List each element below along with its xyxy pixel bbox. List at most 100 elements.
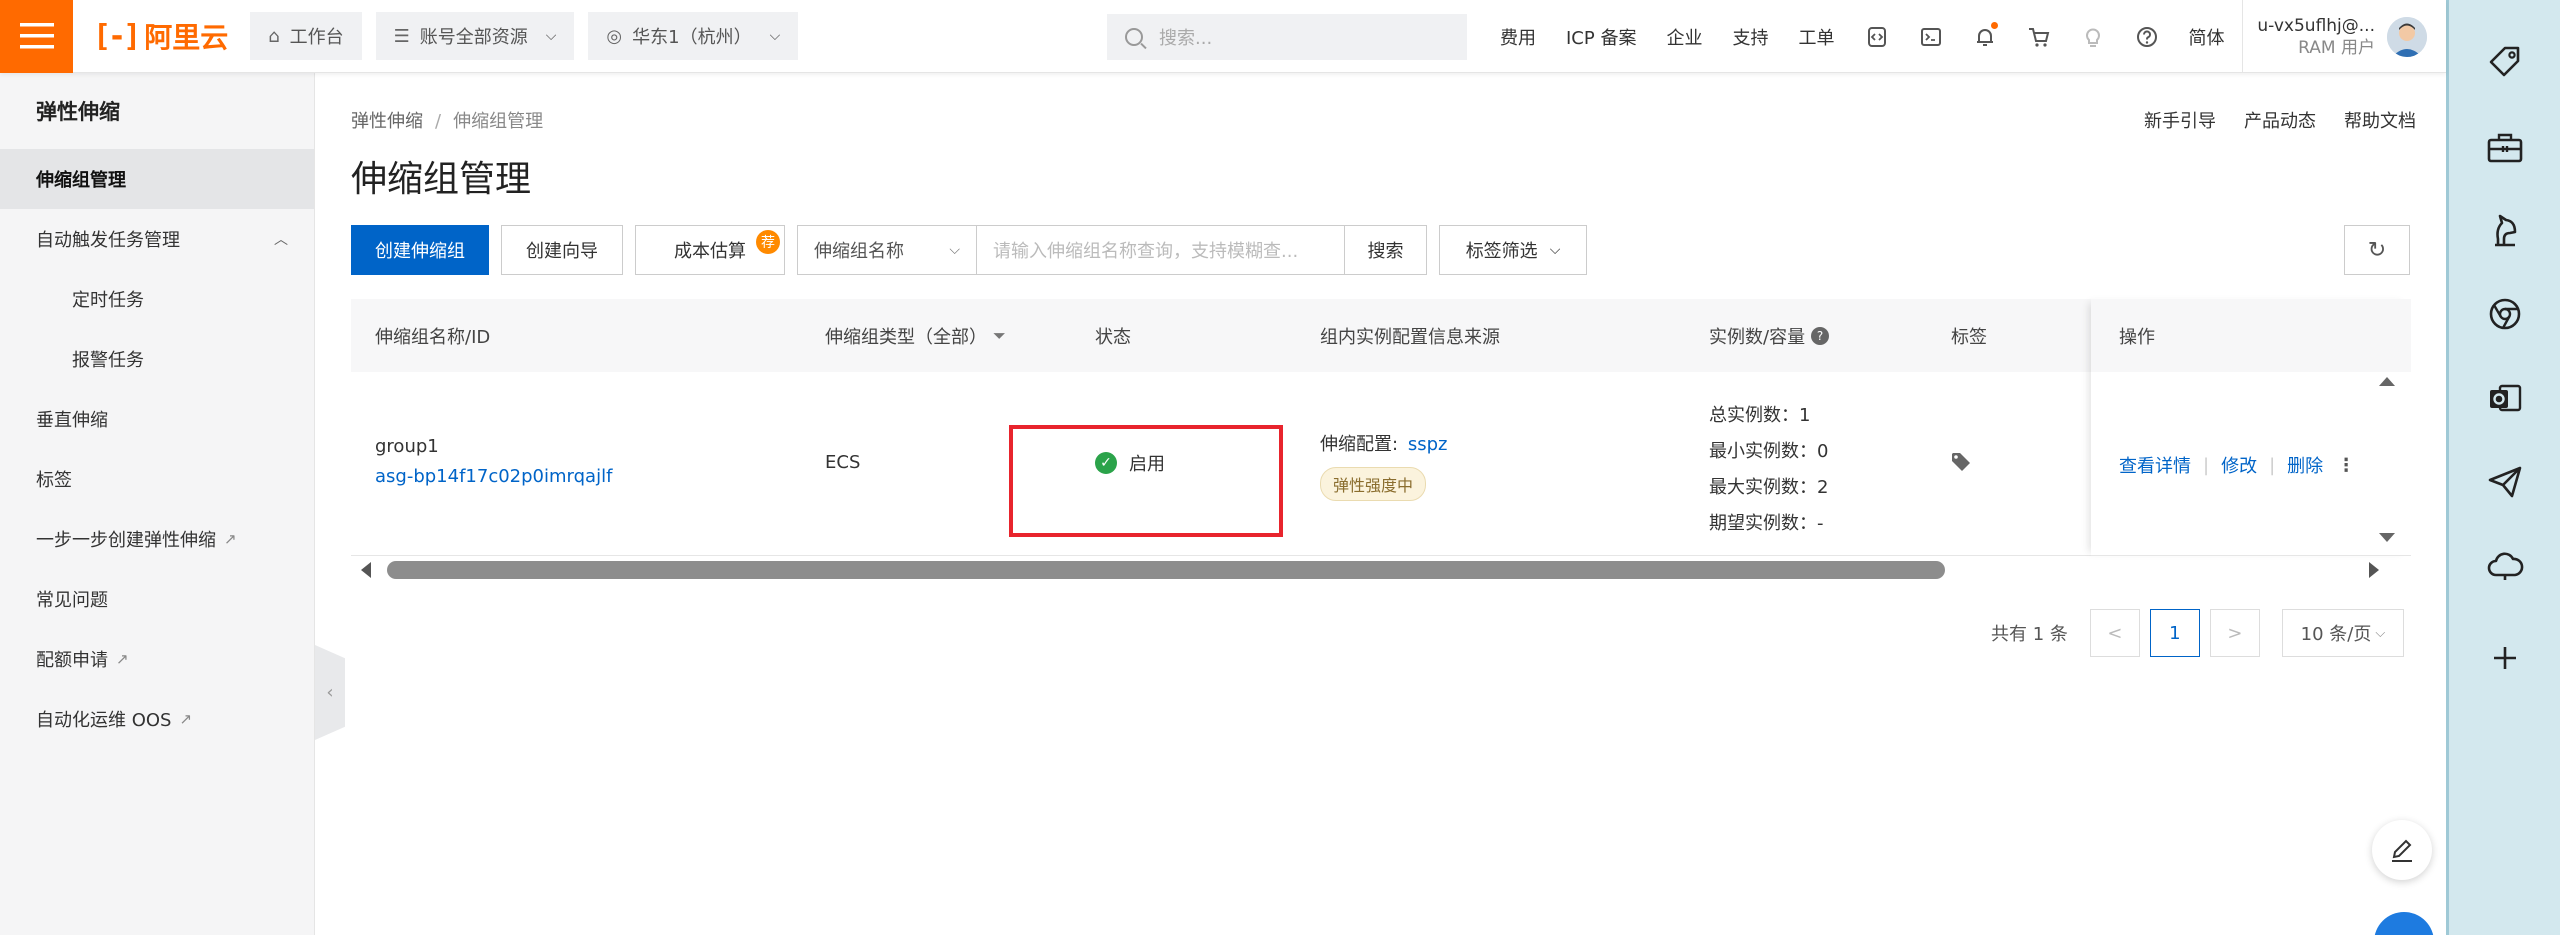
filter-search-input[interactable]: 请输入伸缩组名称查询，支持模糊查... (977, 225, 1345, 275)
tag-filter-button[interactable]: 标签筛选 ⌵ (1439, 225, 1587, 275)
chevron-down-icon: ⌵ (2375, 625, 2386, 641)
resources-label: 账号全部资源 (419, 27, 528, 48)
lightbulb-icon[interactable] (2080, 24, 2106, 50)
scroll-left-arrow[interactable] (361, 562, 371, 578)
user-info: u-vx5uflhj@... RAM 用户 (2257, 15, 2375, 59)
scroll-down-arrow[interactable] (2379, 533, 2395, 542)
home-icon: ⌂ (268, 25, 280, 47)
scrollbar-thumb[interactable] (387, 561, 1945, 579)
next-page-button[interactable]: > (2209, 609, 2260, 657)
code-icon[interactable] (1864, 24, 1890, 50)
language-switch[interactable]: 简体 (2188, 24, 2224, 50)
sidebar-item-vertical-scaling[interactable]: 垂直伸缩 (0, 389, 314, 449)
top-links: 费用 ICP 备案 企业 支持 工单 简体 (1500, 0, 2254, 73)
sidebar-item-tags[interactable]: 标签 (0, 449, 314, 509)
chevron-down-icon: ⌵ (1549, 242, 1561, 258)
page-size-select[interactable]: 10 条/页 ⌵ (2281, 609, 2404, 657)
question-icon[interactable]: ? (1811, 326, 1830, 345)
sidebar-item-scheduled-tasks[interactable]: 定时任务 (0, 269, 314, 329)
search-button[interactable]: 搜索 (1345, 225, 1427, 275)
workbench-button[interactable]: ⌂ 工作台 (250, 12, 362, 60)
tag-icon[interactable] (1951, 452, 1973, 477)
breadcrumb-root[interactable]: 弹性伸缩 (351, 111, 423, 132)
page-title: 伸缩组管理 (351, 159, 532, 200)
sidebar-item-alarm-tasks[interactable]: 报警任务 (0, 329, 314, 389)
col-header-name: 伸缩组名称/ID (375, 326, 491, 348)
sidebar-item-label: 标签 (36, 470, 72, 491)
bell-icon[interactable] (1972, 21, 1999, 50)
edit-icon[interactable] (2372, 820, 2432, 880)
refresh-button[interactable]: ↻ (2344, 225, 2410, 275)
sidebar-item-auto-tasks[interactable]: 自动触发任务管理 ︿ (0, 209, 314, 269)
sidebar-item-faq[interactable]: 常见问题 (0, 569, 314, 629)
col-header-type[interactable]: 伸缩组类型（全部） ⏷ (825, 299, 1006, 372)
chess-knight-icon[interactable] (2449, 200, 2560, 260)
refresh-icon: ↻ (2367, 237, 2387, 263)
top-link-icp[interactable]: ICP 备案 (1566, 24, 1636, 50)
top-link-enterprise[interactable]: 企业 (1666, 24, 1702, 50)
notification-dot (1991, 21, 1999, 29)
sidebar-collapse-handle[interactable]: ‹ (315, 645, 345, 740)
sidebar-item-label: 自动化运维 OOS (36, 710, 172, 731)
top-link-ticket[interactable]: 工单 (1798, 24, 1834, 50)
send-icon[interactable] (2449, 452, 2560, 512)
terminal-icon[interactable] (1918, 24, 1944, 50)
region-dropdown[interactable]: ◎ 华东1（杭州） ⌵ (588, 12, 799, 60)
chevron-left-icon: ‹ (326, 682, 334, 703)
group-id-link[interactable]: asg-bp14f17c02p0imrqajlf (375, 466, 612, 487)
chrome-icon[interactable] (2449, 284, 2560, 344)
sidebar-item-oos[interactable]: 自动化运维 OOS ↗ (0, 689, 314, 749)
sidebar-item-step-by-step[interactable]: 一步一步创建弹性伸缩 ↗ (0, 509, 314, 569)
recommend-badge: 荐 (756, 230, 780, 254)
beginner-guide-link[interactable]: 新手引导 (2144, 107, 2216, 133)
logo-bracket: [-] (93, 18, 141, 54)
chevron-down-icon: ⌵ (769, 28, 781, 44)
scroll-right-arrow[interactable] (2369, 562, 2379, 578)
plus-icon[interactable] (2449, 628, 2560, 688)
create-scaling-group-button[interactable]: 创建伸缩组 (351, 225, 489, 275)
pagination: 共有 1 条 < 1 > 10 条/页 ⌵ (1991, 609, 2404, 657)
chevron-down-icon: ⌵ (545, 28, 557, 44)
page-1-button[interactable]: 1 (2149, 609, 2200, 657)
global-search-input[interactable]: 搜索... (1107, 14, 1467, 60)
delete-link[interactable]: 删除 (2287, 452, 2323, 478)
scroll-up-arrow[interactable] (2379, 377, 2395, 386)
col-header-instances: 实例数/容量 ? (1709, 299, 1830, 372)
col-header-actions: 操作 (2119, 326, 2155, 348)
top-link-support[interactable]: 支持 (1732, 24, 1768, 50)
tag-outline-icon[interactable] (2449, 32, 2560, 92)
more-icon[interactable]: ⋮ (2337, 455, 2355, 476)
aliyun-logo[interactable]: [-] 阿里云 (73, 0, 250, 73)
prev-page-button[interactable]: < (2089, 609, 2140, 657)
cart-icon[interactable] (2026, 24, 2052, 50)
col-header-status: 状态 (1095, 326, 1131, 348)
avatar[interactable] (2387, 16, 2427, 57)
outlook-icon[interactable] (2449, 368, 2560, 428)
menu-icon[interactable] (0, 0, 73, 73)
resources-dropdown[interactable]: ☰ 账号全部资源 ⌵ (375, 12, 575, 60)
cost-estimate-label: 成本估算 (674, 241, 746, 262)
product-news-link[interactable]: 产品动态 (2244, 107, 2316, 133)
config-source: 伸缩配置: sspz (1320, 430, 1447, 456)
filter-funnel-icon[interactable]: ⏷ (993, 326, 1006, 346)
view-details-link[interactable]: 查看详情 (2119, 452, 2191, 478)
search-placeholder: 搜索... (1159, 28, 1213, 49)
create-wizard-button[interactable]: 创建向导 (501, 225, 623, 275)
cost-estimate-button[interactable]: 成本估算 荐 (635, 225, 785, 275)
sidebar-item-quota[interactable]: 配额申请 ↗ (0, 629, 314, 689)
filter-group: 伸缩组名称 ⌵ 请输入伸缩组名称查询，支持模糊查... 搜索 (797, 225, 1427, 275)
cloud-icon[interactable] (2449, 536, 2560, 596)
status-badge: ✓ 启用 (1095, 450, 1165, 476)
modify-link[interactable]: 修改 (2221, 452, 2257, 478)
help-docs-link[interactable]: 帮助文档 (2344, 107, 2416, 133)
assistant-icon[interactable] (2374, 912, 2434, 935)
filter-field-select[interactable]: 伸缩组名称 ⌵ (797, 225, 977, 275)
help-icon[interactable] (2134, 24, 2160, 50)
config-link[interactable]: sspz (1408, 434, 1448, 455)
horizontal-scrollbar[interactable] (351, 556, 2379, 582)
desired-instances: 期望实例数：- (1709, 513, 1824, 534)
user-menu[interactable]: u-vx5uflhj@... RAM 用户 (2242, 0, 2446, 73)
toolbox-icon[interactable] (2449, 118, 2560, 178)
sidebar-item-scaling-groups[interactable]: 伸缩组管理 (0, 149, 314, 209)
top-link-billing[interactable]: 费用 (1500, 24, 1536, 50)
